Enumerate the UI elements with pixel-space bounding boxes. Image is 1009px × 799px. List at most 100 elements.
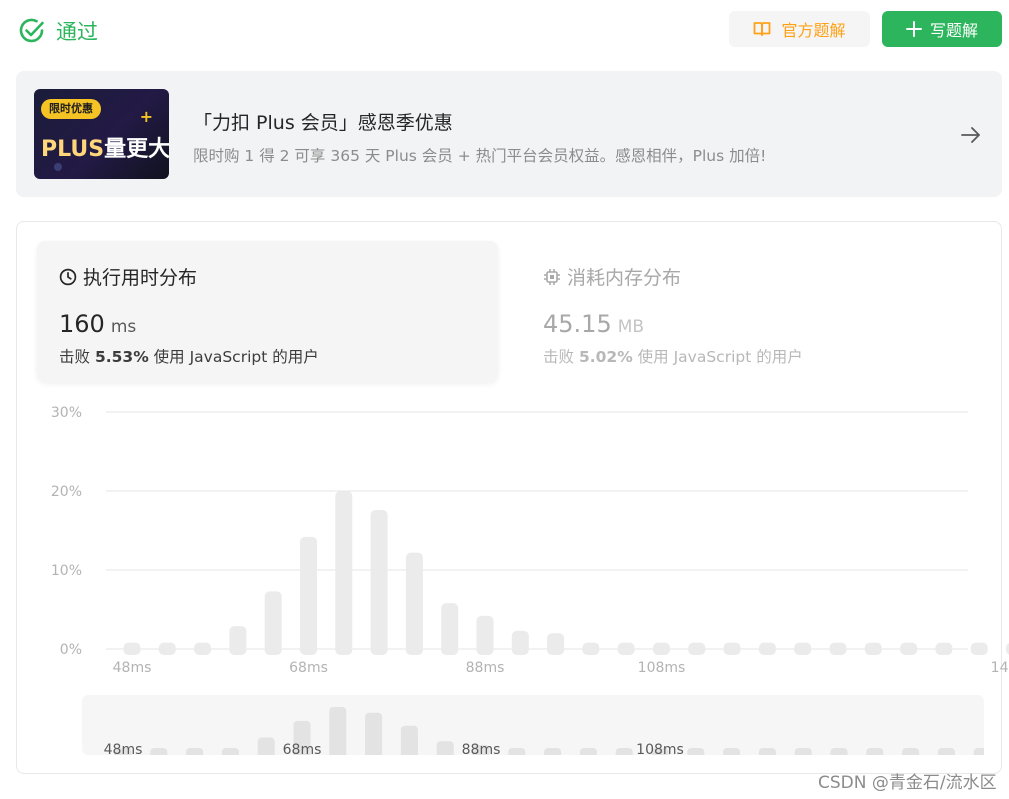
overview-bar <box>579 748 597 761</box>
promo-image-text: PLUS量更大 <box>41 131 169 163</box>
distribution-bar <box>653 642 670 655</box>
x-tick-label: 88ms <box>466 660 505 676</box>
overview-bar <box>866 748 884 761</box>
x-tick-label: 148ms <box>991 660 1009 676</box>
runtime-beats: 击败 5.53% 使用 JavaScript 的用户 <box>59 345 319 367</box>
runtime-beats-suffix: 使用 JavaScript 的用户 <box>153 348 319 366</box>
memory-number: 45.15 <box>543 310 612 338</box>
promo-description: 限时购 1 得 2 可享 365 天 Plus 会员 + 热门平台会员权益。感恩… <box>193 147 767 165</box>
distribution-bar <box>123 642 141 655</box>
overview-bar <box>973 748 991 761</box>
promo-decoration <box>54 163 62 171</box>
status-label: 通过 <box>56 20 98 44</box>
overview-bar <box>794 748 812 761</box>
x-tick-label: 68ms <box>289 660 328 676</box>
distribution-bar <box>970 642 988 655</box>
official-solution-button[interactable]: 官方题解 <box>729 11 870 47</box>
memory-tab[interactable]: 消耗内存分布 45.15 MB 击败 5.02% 使用 JavaScript 的用… <box>521 241 982 382</box>
distribution-bar <box>723 642 741 655</box>
book-icon <box>754 22 771 36</box>
runtime-value: 160 ms <box>59 310 136 338</box>
overview-bar <box>365 712 383 761</box>
overview-bar <box>400 725 418 761</box>
x-tick-label: 48ms <box>113 660 152 676</box>
overview-bar <box>902 748 920 761</box>
distribution-bar <box>935 642 953 655</box>
distribution-bar <box>441 603 459 655</box>
overview-bar <box>830 748 848 761</box>
distribution-bar <box>194 642 212 655</box>
distribution-bar <box>864 642 882 655</box>
promo-title: 「力扣 Plus 会员」感恩季优惠 <box>193 112 453 134</box>
runtime-heading: 执行用时分布 <box>59 263 197 290</box>
overview-bar <box>221 748 239 761</box>
distribution-bar <box>300 536 317 655</box>
runtime-beats-percent: 5.53% <box>94 348 149 366</box>
runtime-beats-prefix: 击败 <box>59 348 91 366</box>
memory-beats-prefix: 击败 <box>543 348 575 366</box>
plus-promo-banner[interactable]: 限时优惠 + PLUS量更大 「力扣 Plus 会员」感恩季优惠 限时购 1 得… <box>16 71 1002 197</box>
runtime-title: 执行用时分布 <box>83 267 198 289</box>
clock-icon <box>59 268 77 285</box>
distribution-bar <box>829 642 847 655</box>
x-tick-label: 108ms <box>638 660 686 676</box>
overview-x-tick-label: 68ms <box>283 742 322 755</box>
memory-title: 消耗内存分布 <box>567 267 682 289</box>
promo-image-plus: PLUS <box>41 137 105 162</box>
overview-bar <box>723 748 741 761</box>
overview-x-tick-label: 108ms <box>636 742 684 755</box>
overview-bar <box>436 741 454 761</box>
memory-beats-suffix: 使用 JavaScript 的用户 <box>637 348 803 366</box>
promo-image: 限时优惠 + PLUS量更大 <box>34 89 169 179</box>
overview-bar <box>544 748 562 761</box>
write-solution-button[interactable]: 写题解 <box>882 11 1002 47</box>
distribution-bar <box>370 509 388 655</box>
overview-chart[interactable]: 48ms68ms88ms108ms148ms <box>82 695 1009 761</box>
distribution-bar <box>758 642 776 655</box>
overview-bar <box>687 748 705 761</box>
arrow-right-icon[interactable] <box>959 123 983 147</box>
overview-bar <box>615 748 633 761</box>
runtime-distribution-chart[interactable]: 0% 10% 20% 30% 48ms 68ms 88ms 108ms 148ms <box>0 395 1009 685</box>
overview-bar <box>257 737 275 761</box>
write-solution-label: 写题解 <box>929 21 978 40</box>
promo-limited-tag: 限时优惠 <box>41 99 101 119</box>
distribution-bar <box>264 591 282 655</box>
memory-beats-percent: 5.02% <box>578 348 633 366</box>
runtime-number: 160 <box>59 310 105 338</box>
overview-x-tick-label: 88ms <box>462 742 501 755</box>
y-tick-label: 10% <box>51 563 82 579</box>
distribution-bar <box>158 642 176 655</box>
promo-image-big: 量更大 <box>104 137 169 162</box>
overview-bar <box>150 748 168 761</box>
memory-heading: 消耗内存分布 <box>543 263 681 290</box>
plus-icon <box>905 21 922 37</box>
result-header: 通过 官方题解 写题解 <box>0 0 1009 60</box>
distribution-bar <box>511 630 529 655</box>
sparkle-icon: + <box>139 107 153 126</box>
watermark: CSDN @青金石/流水区 <box>818 773 997 793</box>
y-tick-label: 0% <box>60 642 82 658</box>
overview-bar <box>937 748 955 761</box>
distribution-bar <box>335 491 353 655</box>
accepted-status: 通过 <box>18 16 98 46</box>
distribution-bar <box>794 642 812 655</box>
distribution-bar <box>688 642 706 655</box>
y-tick-label: 30% <box>51 405 82 421</box>
distribution-bar <box>582 642 600 655</box>
memory-unit: MB <box>617 317 645 337</box>
memory-value: 45.15 MB <box>543 310 644 338</box>
chart-overview-slider[interactable]: 48ms68ms88ms108ms148ms <box>82 695 1009 761</box>
official-solution-label: 官方题解 <box>781 21 846 40</box>
y-tick-label: 20% <box>51 484 82 500</box>
chip-icon <box>544 268 560 285</box>
runtime-tab[interactable]: 执行用时分布 160 ms 击败 5.53% 使用 JavaScript 的用户 <box>37 241 498 382</box>
overview-bar <box>758 748 776 761</box>
overview-x-tick-label: 48ms <box>104 742 143 755</box>
distribution-bar <box>476 615 494 655</box>
overview-bar <box>329 707 347 761</box>
distribution-bar <box>547 633 565 655</box>
distribution-bar <box>405 552 423 655</box>
distribution-bar <box>617 642 635 655</box>
overview-bar <box>186 748 204 761</box>
